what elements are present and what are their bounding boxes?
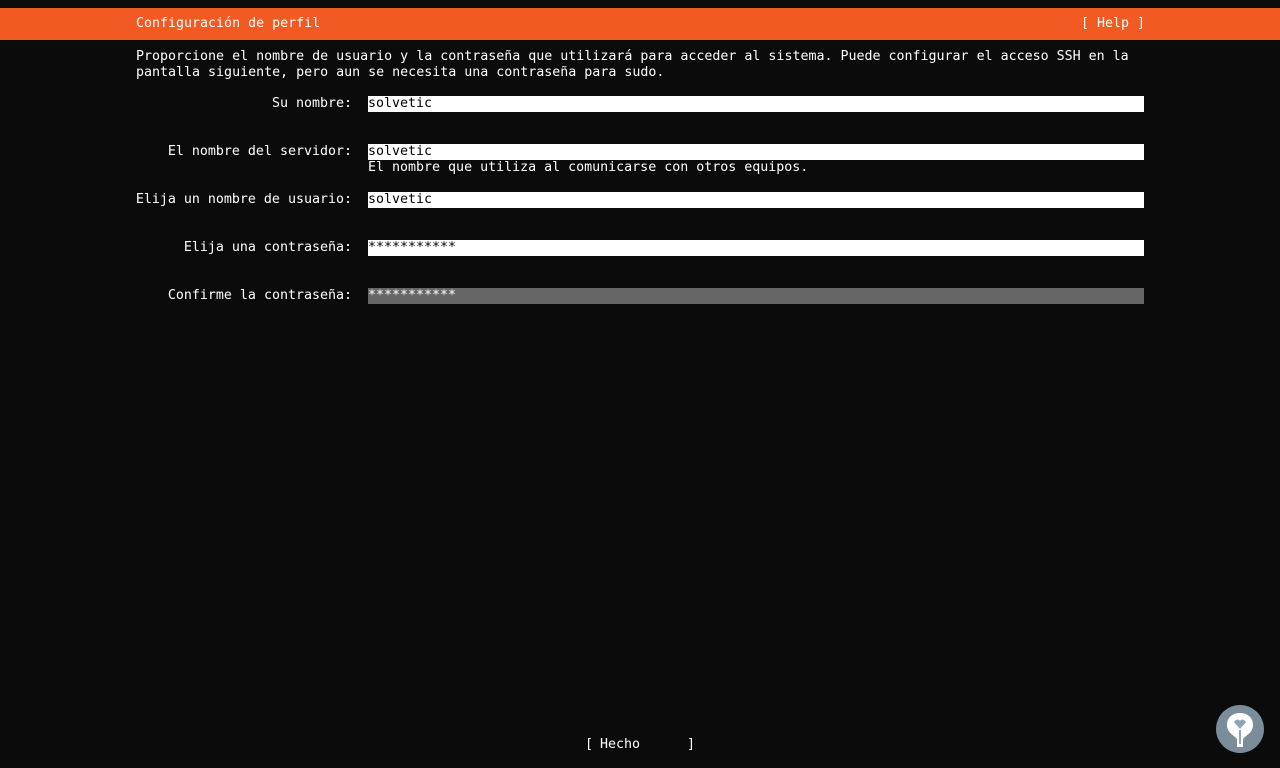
help-button[interactable]: [ Help ] [1081,16,1145,32]
done-button-open-bracket: [ [585,737,594,752]
page-title: Configuración de perfil [136,16,321,31]
name-label: Su nombre: [271,96,352,111]
password-label: Elija una contraseña: [183,240,352,255]
server-name-hint: El nombre que utiliza al comunicarse con… [368,160,809,175]
form-row-server: El nombre del servidor: solvetic El nomb… [0,144,1280,175]
password-input[interactable]: *********** [368,240,1144,256]
form-row-name: Su nombre: solvetic [0,96,1280,112]
intro-line-1: Proporcione el nombre de usuario y la co… [136,49,1129,64]
server-label: El nombre del servidor: [167,144,352,159]
server-name-input[interactable]: solvetic [368,144,1144,160]
done-button-close-bracket: ] [686,737,695,752]
name-input[interactable]: solvetic [368,96,1144,112]
form-row-username: Elija un nombre de usuario: solvetic [0,192,1280,208]
confirm-password-input[interactable]: *********** [368,288,1144,304]
confirm-password-label: Confirme la contraseña: [167,288,352,303]
username-input[interactable]: solvetic [368,192,1144,208]
solvetic-logo-icon [1215,704,1265,754]
form-row-confirm: Confirme la contraseña: *********** [0,288,1280,304]
done-button[interactable]: [ Hecho ] [585,737,695,753]
header-bar: Configuración de perfil [ Help ] [0,8,1280,40]
intro-text: Proporcione el nombre de usuario y la co… [136,49,1146,81]
username-label: Elija un nombre de usuario: [135,192,352,207]
top-bar-gap [0,0,1280,8]
done-button-label: Hecho [600,737,641,752]
form-row-password: Elija una contraseña: *********** [0,240,1280,256]
intro-line-2: pantalla siguiente, pero aun se necesita… [136,65,665,80]
